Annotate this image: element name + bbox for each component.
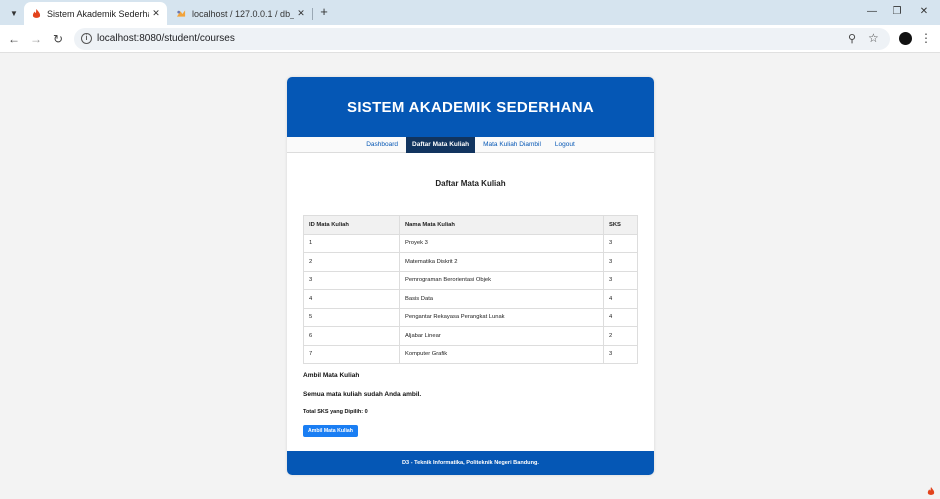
table-row: 7 Komputer Grafik 3	[303, 344, 638, 364]
table-cell: 3	[603, 252, 638, 272]
window-close-icon[interactable]: ✕	[916, 4, 932, 20]
table-cell: 4	[303, 289, 400, 309]
app-card: SISTEM AKADEMIK SEDERHANA Dashboard Daft…	[287, 77, 654, 475]
tab-title: localhost / 127.0.0.1 / db_akade	[192, 8, 294, 19]
nav-logout[interactable]: Logout	[549, 137, 581, 153]
browser-tab-inactive[interactable]: localhost / 127.0.0.1 / db_akade ✕	[169, 2, 312, 25]
table-cell: Aljabar Linear	[399, 326, 604, 346]
table-header-row: ID Mata Kuliah Nama Mata Kuliah SKS	[303, 215, 638, 235]
table-cell: 5	[303, 307, 400, 327]
column-header: SKS	[603, 215, 638, 235]
zoom-icon[interactable]: ⚲	[848, 32, 856, 45]
table-cell: 7	[303, 344, 400, 364]
table-cell: Basis Data	[399, 289, 604, 309]
app-footer: D3 - Teknik Informatika, Politeknik Nege…	[287, 451, 654, 475]
phpmyadmin-icon	[176, 9, 186, 19]
profile-avatar[interactable]	[899, 32, 912, 45]
table-cell: 1	[303, 233, 400, 253]
footer-text: D3 - Teknik Informatika, Politeknik Nege…	[402, 460, 539, 466]
nav-course-list[interactable]: Daftar Mata Kuliah	[406, 136, 476, 153]
take-course-button[interactable]: Ambil Mata Kuliah	[303, 425, 358, 437]
app-title: SISTEM AKADEMIK SEDERHANA	[347, 98, 594, 116]
column-header: Nama Mata Kuliah	[399, 215, 604, 235]
tab-separator	[312, 8, 313, 20]
enroll-section-title: Ambil Mata Kuliah	[303, 372, 360, 379]
nav-taken-courses[interactable]: Mata Kuliah Diambil	[477, 137, 547, 153]
minimize-icon[interactable]: —	[864, 4, 880, 20]
site-info-icon[interactable]: i	[81, 33, 92, 44]
table-row: 4 Basis Data 4	[303, 289, 638, 309]
table-cell: 2	[303, 252, 400, 272]
table-cell: Proyek 3	[399, 233, 604, 253]
back-arrow-icon[interactable]: ←	[6, 31, 22, 47]
new-tab-plus-icon[interactable]: +	[317, 5, 331, 19]
browser-tab-bar: ▼ Sistem Akademik Sederhana ✕ localhost …	[0, 0, 940, 25]
table-cell: 3	[603, 270, 638, 290]
flame-icon	[927, 487, 935, 498]
tab-close-icon[interactable]: ✕	[294, 8, 308, 19]
nav-dashboard[interactable]: Dashboard	[360, 137, 404, 153]
address-url[interactable]: localhost:8080/student/courses	[97, 33, 235, 44]
table-cell: 4	[603, 307, 638, 327]
table-cell: Pemrograman Berorientasi Objek	[399, 270, 604, 290]
column-header: ID Mata Kuliah	[303, 215, 400, 235]
table-cell: Matematika Diskrit 2	[399, 252, 604, 272]
tab-title: Sistem Akademik Sederhana	[47, 8, 149, 19]
browser-menu-icon[interactable]: ⋮	[920, 31, 932, 45]
browser-tab-active[interactable]: Sistem Akademik Sederhana ✕	[24, 2, 167, 25]
table-row: 3 Pemrograman Berorientasi Objek 3	[303, 270, 638, 290]
table-cell: Pengantar Rekayasa Perangkat Lunak	[399, 307, 604, 327]
forward-arrow-icon[interactable]: →	[28, 31, 44, 47]
restore-icon[interactable]: ❐	[889, 4, 905, 20]
table-cell: 3	[603, 344, 638, 364]
tab-search-chevron-icon[interactable]: ▼	[6, 5, 22, 21]
browser-toolbar: ← → ↻ i localhost:8080/student/courses ⚲…	[0, 25, 940, 53]
table-cell: 2	[603, 326, 638, 346]
total-sks-label: Total SKS yang Dipilih: 0	[303, 409, 368, 415]
app-header: SISTEM AKADEMIK SEDERHANA	[287, 77, 654, 137]
table-row: 6 Aljabar Linear 2	[303, 326, 638, 346]
reload-icon[interactable]: ↻	[50, 31, 66, 47]
table-row: 1 Proyek 33	[303, 233, 638, 253]
tab-close-icon[interactable]: ✕	[149, 8, 163, 19]
courses-table: ID Mata Kuliah Nama Mata Kuliah SKS 1 Pro…	[303, 215, 638, 364]
flame-icon	[31, 8, 41, 19]
main-content: Daftar Mata Kuliah ID Mata Kuliah Nama M…	[287, 179, 654, 437]
main-nav: Dashboard Daftar Mata Kuliah Mata Kuliah…	[287, 136, 654, 153]
table-row: 5 Pengantar Rekayasa Perangkat Lunak 4	[303, 307, 638, 327]
bookmark-star-icon[interactable]: ☆	[868, 31, 879, 45]
page-title: Daftar Mata Kuliah	[435, 179, 506, 188]
table-cell: 4	[603, 289, 638, 309]
table-cell: 6	[303, 326, 400, 346]
table-cell: Komputer Grafik	[399, 344, 604, 364]
table-row: 2 Matematika Diskrit 23	[303, 252, 638, 272]
address-bar[interactable]: i localhost:8080/student/courses ⚲ ☆	[74, 28, 890, 50]
table-cell: 3	[603, 233, 638, 253]
table-cell: 3	[303, 270, 400, 290]
enroll-message: Semua mata kuliah sudah Anda ambil.	[303, 391, 422, 398]
